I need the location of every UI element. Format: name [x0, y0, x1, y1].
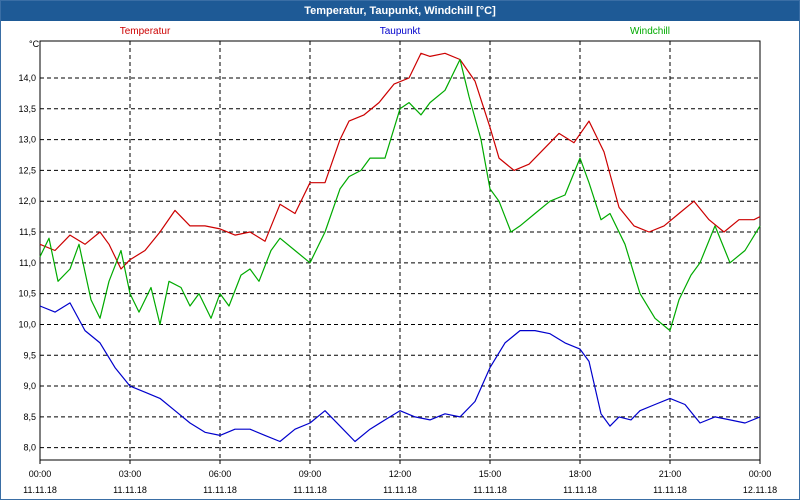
x-tick-date: 11.11.18	[473, 485, 507, 495]
y-unit-label: °C	[29, 39, 40, 49]
x-tick-date: 11.11.18	[113, 485, 147, 495]
x-tick-date: 12.11.18	[743, 485, 777, 495]
x-tick-time: 09:00	[299, 469, 322, 479]
x-tick-date: 11.11.18	[653, 485, 687, 495]
legend-entry-temperatur: Temperatur	[120, 26, 171, 37]
y-tick-label: 10,0	[18, 319, 36, 329]
x-tick-date: 11.11.18	[203, 485, 237, 495]
legend-entry-windchill: Windchill	[630, 26, 670, 37]
y-tick-label: 10,5	[18, 289, 36, 299]
legend-entry-taupunkt: Taupunkt	[380, 26, 421, 37]
x-tick-time: 00:00	[749, 469, 772, 479]
chart-window: Temperatur, Taupunkt, Windchill [°C] 8,0…	[0, 0, 800, 500]
x-tick-time: 12:00	[389, 469, 412, 479]
x-tick-date: 11.11.18	[293, 485, 327, 495]
x-tick-date: 11.11.18	[383, 485, 417, 495]
y-tick-label: 12,5	[18, 165, 36, 175]
chart-canvas: 8,0 8,5 9,0 9,5 10,0 10,5 11,0 11,5 12,0 12,5 13,0…	[18, 26, 777, 495]
y-tick-label: 13,0	[18, 135, 36, 145]
x-tick-time: 15:00	[479, 469, 502, 479]
y-tick-label: 8,0	[23, 443, 36, 453]
y-tick-label: 11,5	[19, 227, 36, 237]
y-tick-label: 12,0	[18, 196, 36, 206]
plot-area	[39, 40, 761, 461]
x-tick-time: 21:00	[659, 469, 682, 479]
window-title: Temperatur, Taupunkt, Windchill [°C]	[1, 1, 799, 21]
y-tick-label: 13,5	[18, 104, 36, 114]
x-tick-time: 06:00	[209, 469, 232, 479]
y-tick-label: 14,0	[18, 73, 36, 83]
y-tick-label: 11,0	[19, 258, 36, 268]
y-tick-label: 9,0	[23, 381, 36, 391]
x-tick-date: 11.11.18	[23, 485, 57, 495]
x-tick-date: 11.11.18	[563, 485, 597, 495]
y-tick-label: 9,5	[23, 350, 36, 360]
x-tick-time: 03:00	[119, 469, 142, 479]
y-tick-label: 8,5	[23, 412, 36, 422]
x-tick-time: 00:00	[29, 469, 52, 479]
x-tick-time: 18:00	[569, 469, 592, 479]
